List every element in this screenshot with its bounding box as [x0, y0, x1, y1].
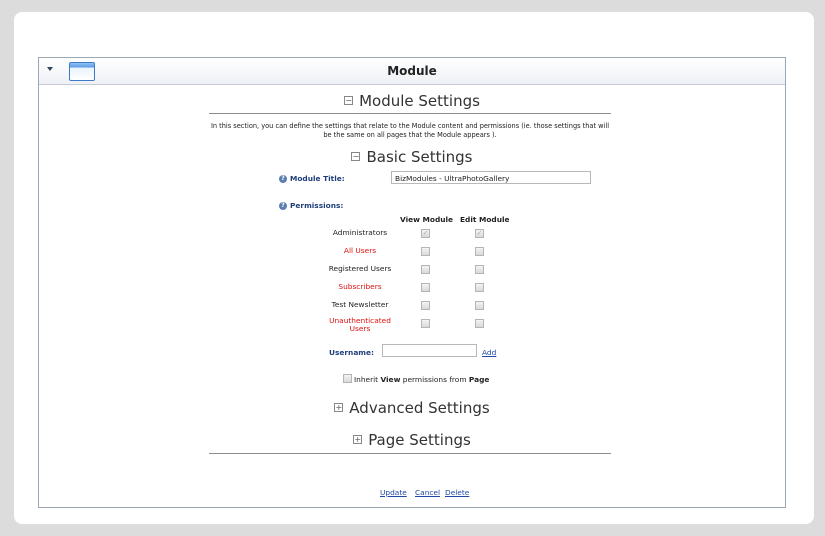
edit-module-checkbox[interactable]	[475, 247, 484, 256]
help-icon[interactable]: ?	[279, 175, 287, 183]
divider	[209, 453, 611, 454]
module-title-label-text: Module Title:	[290, 174, 345, 183]
inherit-permissions-label: Inherit View permissions from Page	[354, 375, 489, 384]
add-user-link[interactable]: Add	[482, 348, 496, 357]
inherit-text-mid: permissions from	[400, 375, 469, 384]
role-name: Registered Users	[328, 264, 392, 273]
role-name: All Users	[343, 246, 377, 255]
view-module-checkbox[interactable]	[421, 247, 430, 256]
module-title-label: ? Module Title:	[279, 174, 345, 183]
section-intro-text: In this section, you can define the sett…	[210, 122, 610, 139]
view-module-checkbox[interactable]	[421, 301, 430, 310]
update-link[interactable]: Update	[380, 488, 407, 497]
column-header-view-module: View Module	[400, 215, 454, 224]
expand-icon[interactable]: +	[334, 403, 344, 412]
inherit-permissions-checkbox[interactable]	[343, 374, 352, 383]
module-titlebar: Module	[39, 58, 785, 85]
inherit-text-page: Page	[468, 375, 490, 384]
collapse-icon[interactable]: −	[351, 152, 361, 161]
edit-module-checkbox[interactable]	[475, 301, 484, 310]
view-module-checkbox[interactable]	[421, 265, 430, 274]
divider	[209, 113, 611, 114]
inherit-text-view: View	[380, 375, 401, 384]
section-basic-settings[interactable]: − Basic Settings	[39, 148, 785, 166]
permissions-label: ? Permissions:	[279, 201, 343, 210]
section-advanced-settings-label: Advanced Settings	[349, 399, 490, 417]
role-name: Subscribers	[338, 282, 382, 291]
view-module-checkbox[interactable]	[421, 283, 430, 292]
edit-module-checkbox[interactable]	[475, 265, 484, 274]
column-header-edit-module: Edit Module	[460, 215, 510, 224]
view-module-checkbox[interactable]	[421, 319, 430, 328]
inherit-text-pre: Inherit	[354, 375, 381, 384]
section-module-settings[interactable]: − Module Settings	[39, 92, 785, 110]
role-name: Unauthenticated Users	[329, 316, 391, 333]
help-icon[interactable]: ?	[279, 202, 287, 210]
cancel-link[interactable]: Cancel	[415, 488, 440, 497]
section-page-settings-label: Page Settings	[368, 431, 471, 449]
edit-module-checkbox[interactable]: ✓	[475, 229, 484, 238]
expand-icon[interactable]: +	[353, 435, 363, 444]
module-window-title: Module	[387, 64, 437, 78]
view-module-checkbox[interactable]: ✓	[421, 229, 430, 238]
edit-module-checkbox[interactable]	[475, 319, 484, 328]
module-panel: Module − Module Settings In this section,…	[38, 57, 786, 508]
section-module-settings-label: Module Settings	[359, 92, 480, 110]
role-name: Test Newsletter	[331, 300, 389, 309]
username-input[interactable]	[382, 344, 477, 357]
delete-link[interactable]: Delete	[445, 488, 469, 497]
module-title-input[interactable]: BizModules - UltraPhotoGallery	[391, 171, 591, 184]
role-name: Administrators	[332, 228, 388, 237]
section-page-settings[interactable]: + Page Settings	[39, 431, 785, 449]
edit-module-checkbox[interactable]	[475, 283, 484, 292]
section-basic-settings-label: Basic Settings	[366, 148, 473, 166]
section-advanced-settings[interactable]: + Advanced Settings	[39, 399, 785, 417]
permissions-label-text: Permissions:	[290, 201, 344, 210]
username-label: Username:	[329, 348, 374, 357]
collapse-icon[interactable]: −	[344, 96, 354, 105]
